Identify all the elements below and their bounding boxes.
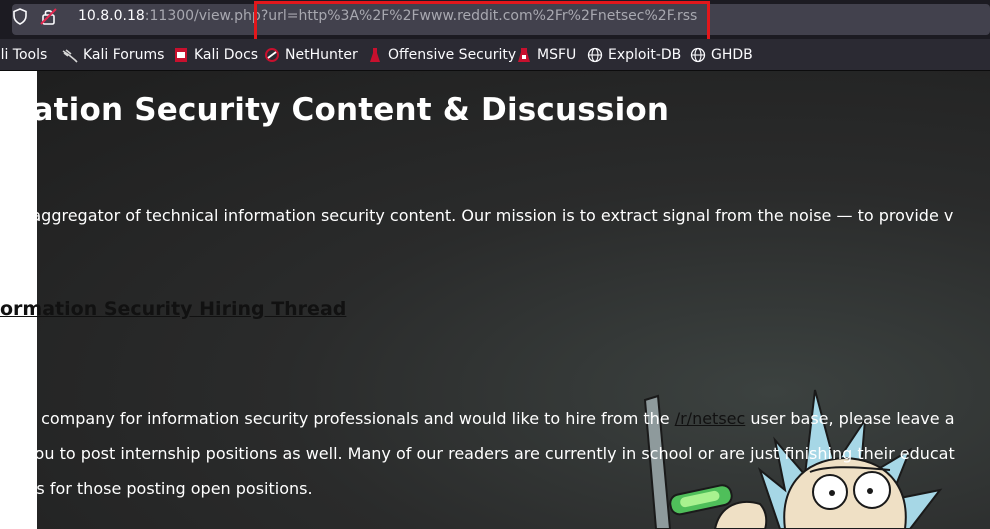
- globe-icon: [587, 47, 603, 63]
- shield-icon[interactable]: [12, 8, 28, 25]
- bookmark-label: Kali Forums: [83, 47, 165, 63]
- browser-toolbar: 10.8.0.18:11300/view.php?url=http%3A%2F%…: [0, 0, 990, 42]
- hiring-text-b: user base, please leave a: [745, 409, 955, 428]
- bookmark-label: Offensive Security: [388, 47, 517, 63]
- bookmark-kali-forums[interactable]: Kali Forums: [62, 46, 164, 64]
- insecure-lock-icon[interactable]: [40, 8, 58, 25]
- msfu-icon: [518, 48, 530, 62]
- bookmark-ghdb[interactable]: GHDB: [690, 46, 753, 64]
- bookmark-label: Kali Docs: [194, 47, 259, 63]
- hiring-thread-link[interactable]: ormation Security Hiring Thread: [0, 298, 346, 320]
- url-highlight-annotation: [254, 1, 710, 42]
- bookmark-label: NetHunter: [285, 47, 358, 63]
- bookmark-offensive-security[interactable]: Offensive Security: [367, 46, 516, 64]
- bookmark-kali-tools[interactable]: ali Tools: [0, 46, 47, 64]
- kali-docs-icon: [175, 48, 187, 62]
- hiring-paragraph-line-2: ge you to post internship positions as w…: [0, 444, 955, 463]
- bookmark-label: ali Tools: [0, 47, 48, 63]
- url-host: 10.8.0.18: [78, 8, 145, 24]
- netsec-subreddit-link[interactable]: /r/netsec: [675, 409, 746, 428]
- page-title: mation Security Content & Discussion: [0, 92, 670, 128]
- bookmark-exploit-db[interactable]: Exploit-DB: [587, 46, 681, 64]
- bookmark-msfu[interactable]: MSFU: [516, 46, 576, 64]
- offsec-icon: [370, 48, 380, 62]
- bookmark-nethunter[interactable]: NetHunter: [264, 46, 358, 64]
- intro-paragraph: ted aggregator of technical information …: [0, 206, 954, 225]
- bookmark-label: MSFU: [537, 47, 577, 63]
- bookmark-label: Exploit-DB: [608, 47, 682, 63]
- bookmarks-toolbar: ali Tools Kali Forums Kali Docs NetHunte…: [0, 39, 990, 71]
- nethunter-icon: [265, 48, 279, 62]
- kali-dragon-icon: [62, 49, 78, 63]
- hiring-text-a: your company for information security pr…: [0, 409, 675, 428]
- globe-icon: [690, 47, 706, 63]
- url-path: :11300/view.php: [144, 8, 261, 24]
- hiring-paragraph-line-1: your company for information security pr…: [0, 409, 955, 428]
- bookmark-label: GHDB: [711, 47, 753, 63]
- hiring-paragraph-line-3: nents for those posting open positions.: [0, 479, 313, 498]
- bookmark-kali-docs[interactable]: Kali Docs: [173, 46, 258, 64]
